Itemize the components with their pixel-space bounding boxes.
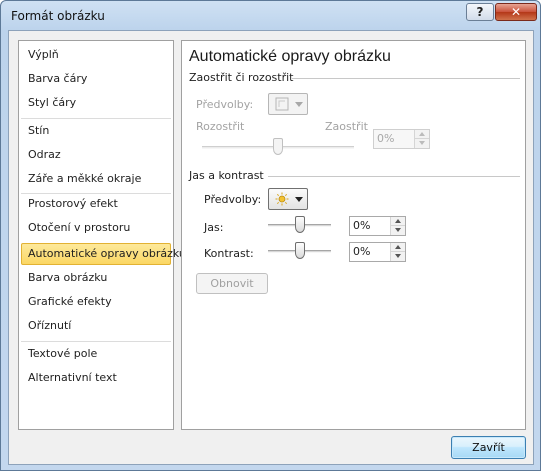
- brightness-label: Jas:: [204, 221, 224, 234]
- close-window-button[interactable]: ✕: [495, 3, 537, 21]
- blur-label: Rozostřit: [196, 120, 245, 133]
- nav-item-alt-text[interactable]: Alternativní text: [21, 367, 171, 389]
- nav-item-fill[interactable]: Výplň: [21, 44, 171, 66]
- close-button[interactable]: Zavřít: [451, 436, 526, 459]
- dialog-window: Formát obrázku ? ✕ Výplň Barva čáry Styl…: [0, 0, 541, 471]
- section-divider: [292, 78, 520, 79]
- contrast-value: 0%: [353, 245, 371, 258]
- increment-button[interactable]: [390, 217, 405, 226]
- decrement-button[interactable]: [390, 226, 405, 235]
- close-icon: ✕: [510, 5, 522, 19]
- dialog-title: Formát obrázku: [11, 9, 105, 23]
- nav-item-glow-soft-edges[interactable]: Záře a měkké okraje: [21, 168, 171, 190]
- brightness-presets-dropdown[interactable]: [268, 188, 308, 210]
- nav-separator: [21, 341, 171, 342]
- image-sharpen-icon: [275, 97, 289, 111]
- nav-item-text-box[interactable]: Textové pole: [21, 343, 171, 365]
- contrast-value-stepper[interactable]: 0%: [349, 242, 406, 262]
- brightness-contrast-heading: Jas a kontrast: [189, 169, 264, 182]
- sharpen-slider-thumb[interactable]: [273, 138, 283, 155]
- increment-button[interactable]: [414, 130, 429, 139]
- nav-item-shadow[interactable]: Stín: [21, 120, 171, 142]
- settings-panel: Automatické opravy obrázku Zaostřit či r…: [181, 40, 526, 430]
- nav-item-line-style[interactable]: Styl čáry: [21, 92, 171, 114]
- dialog-body: Výplň Barva čáry Styl čáry Stín Odraz Zá…: [8, 30, 534, 465]
- nav-item-crop[interactable]: Oříznutí: [21, 315, 171, 337]
- category-list: Výplň Barva čáry Styl čáry Stín Odraz Zá…: [18, 40, 186, 430]
- sharpen-section-heading: Zaostřit či rozostřit: [189, 71, 294, 84]
- sharpen-value: 0%: [377, 132, 395, 145]
- chevron-down-icon: [295, 102, 303, 107]
- title-bar[interactable]: Formát obrázku ? ✕: [1, 1, 540, 31]
- nav-item-artistic-effects[interactable]: Grafické efekty: [21, 291, 171, 313]
- brightness-slider-thumb[interactable]: [294, 216, 305, 233]
- nav-item-reflection[interactable]: Odraz: [21, 144, 171, 166]
- panel-title: Automatické opravy obrázku: [189, 48, 391, 65]
- brightness-presets-label: Předvolby:: [204, 193, 262, 206]
- nav-item-3d-rotation[interactable]: Otočení v prostoru: [21, 217, 171, 239]
- sun-contrast-icon: [275, 192, 289, 206]
- help-button[interactable]: ?: [466, 3, 494, 21]
- decrement-button[interactable]: [414, 139, 429, 148]
- sharpen-presets-label: Předvolby:: [196, 98, 254, 111]
- nav-separator: [21, 118, 171, 119]
- sharpen-presets-dropdown[interactable]: [268, 93, 308, 115]
- contrast-slider-thumb[interactable]: [294, 242, 305, 259]
- section-divider: [268, 176, 520, 177]
- contrast-label: Kontrast:: [204, 247, 254, 260]
- increment-button[interactable]: [390, 243, 405, 252]
- sharpen-value-stepper[interactable]: 0%: [373, 129, 430, 149]
- reset-button[interactable]: Obnovit: [196, 273, 268, 294]
- brightness-value-stepper[interactable]: 0%: [349, 216, 406, 236]
- brightness-value: 0%: [353, 219, 371, 232]
- nav-item-3d-format[interactable]: Prostorový efekt: [21, 193, 171, 215]
- nav-item-picture-color[interactable]: Barva obrázku: [21, 267, 171, 289]
- chevron-down-icon: [295, 197, 303, 202]
- nav-item-picture-corrections[interactable]: Automatické opravy obrázku: [21, 243, 186, 265]
- nav-item-line-color[interactable]: Barva čáry: [21, 68, 171, 90]
- sharpen-label: Zaostřit: [325, 120, 368, 133]
- decrement-button[interactable]: [390, 252, 405, 261]
